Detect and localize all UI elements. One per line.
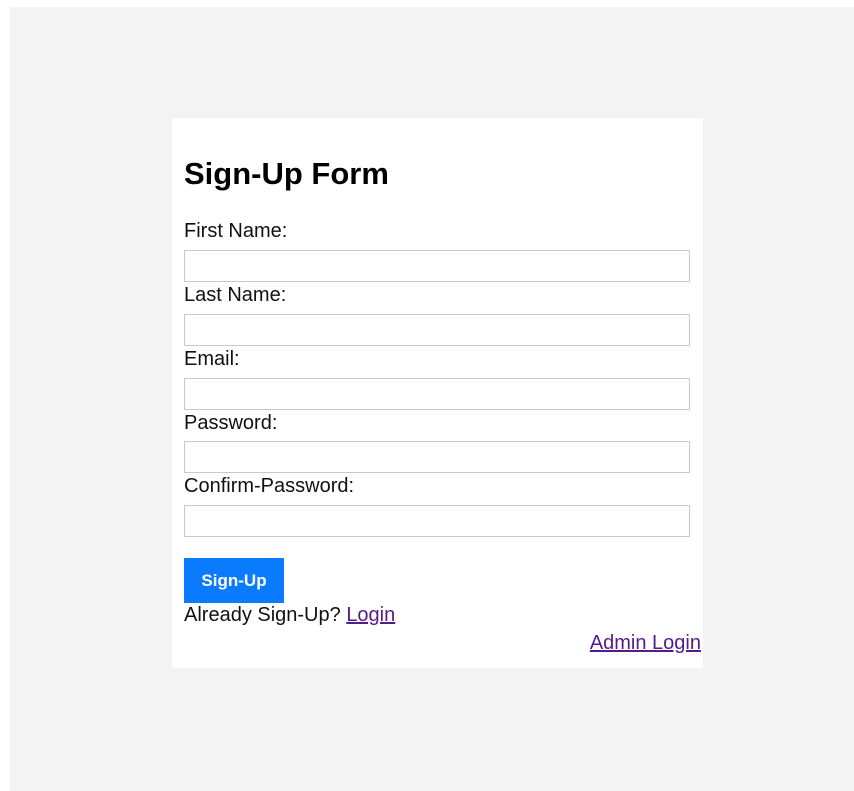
last-name-input[interactable]	[184, 314, 690, 346]
password-label: Password:	[184, 412, 278, 434]
email-label: Email:	[184, 348, 240, 370]
password-input[interactable]	[184, 441, 690, 473]
page-title: Sign-Up Form	[184, 156, 389, 191]
admin-login-row: Admin Login	[590, 631, 701, 655]
confirm-password-input[interactable]	[184, 505, 690, 537]
signup-button[interactable]: Sign-Up	[184, 558, 284, 603]
login-prompt: Already Sign-Up? Login	[184, 603, 395, 627]
first-name-input[interactable]	[184, 250, 690, 282]
login-link[interactable]: Login	[346, 604, 395, 626]
page-background: Sign-Up Form First Name: Last Name: Emai…	[10, 7, 854, 791]
email-input[interactable]	[184, 378, 690, 410]
signup-card: Sign-Up Form First Name: Last Name: Emai…	[172, 118, 703, 668]
admin-login-link[interactable]: Admin Login	[590, 632, 701, 654]
already-signup-text: Already Sign-Up?	[184, 604, 341, 626]
first-name-label: First Name:	[184, 220, 288, 242]
last-name-label: Last Name:	[184, 284, 287, 306]
confirm-password-label: Confirm-Password:	[184, 475, 355, 497]
